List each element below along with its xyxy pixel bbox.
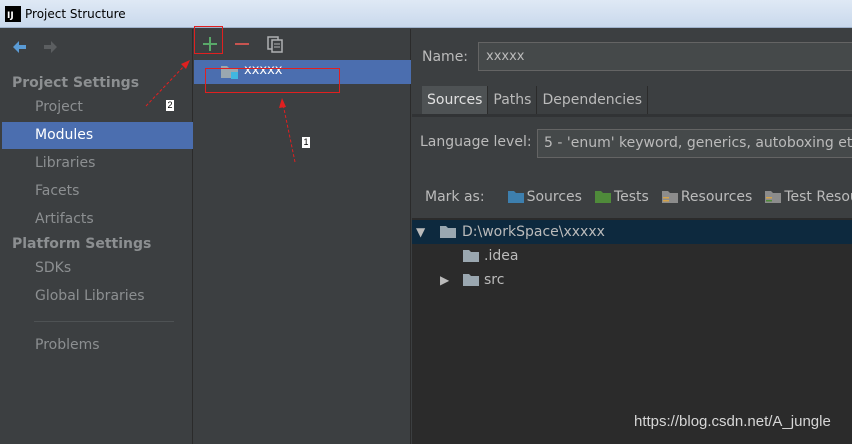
- mark-as-toolbar: Mark as: Sources Tests Resources Test Re…: [425, 189, 852, 205]
- settings-sidebar: Project Settings Project Modules Librari…: [0, 29, 193, 444]
- platform-settings-header: Platform Settings: [12, 236, 152, 252]
- copy-icon: [267, 36, 283, 53]
- project-settings-header: Project Settings: [12, 75, 140, 91]
- sidebar-item-facets[interactable]: Facets: [2, 178, 193, 205]
- tree-row-content-root[interactable]: ▼ D:\workSpace\xxxxx: [412, 220, 852, 244]
- sidebar-item-project[interactable]: Project: [2, 94, 193, 121]
- sidebar-item-libraries[interactable]: Libraries: [2, 150, 193, 177]
- mark-as-test-resources-button[interactable]: Test Resou: [764, 189, 852, 205]
- navigation-arrows: [10, 38, 60, 56]
- mark-as-label: Mark as:: [425, 189, 485, 205]
- resources-folder-icon: [661, 191, 678, 203]
- folder-label: .idea: [484, 248, 519, 264]
- remove-module-button[interactable]: [231, 33, 253, 55]
- tree-row-src[interactable]: ▶ src: [412, 268, 852, 292]
- folder-icon: [463, 250, 479, 262]
- plus-icon: [203, 37, 217, 51]
- tree-row-idea[interactable]: .idea: [412, 244, 852, 268]
- modules-list-panel: xxxxx: [194, 29, 411, 444]
- tab-paths[interactable]: Paths: [488, 86, 538, 114]
- expand-triangle-icon[interactable]: ▶: [440, 268, 449, 292]
- module-detail-panel: Name: Sources Paths Dependencies Languag…: [412, 29, 852, 444]
- mark-as-tests-button[interactable]: Tests: [594, 189, 649, 205]
- module-list-item[interactable]: xxxxx: [194, 60, 411, 84]
- annotation-label-1: 1: [302, 137, 310, 148]
- folder-icon: [440, 226, 456, 238]
- intellij-app-icon: IJ: [5, 5, 21, 22]
- sidebar-item-global-libraries[interactable]: Global Libraries: [2, 283, 193, 310]
- watermark-text: https://blog.csdn.net/A_jungle: [634, 413, 831, 430]
- window-title: Project Structure: [25, 6, 126, 21]
- forward-arrow-icon[interactable]: [42, 38, 60, 56]
- module-folder-icon: [221, 66, 238, 79]
- detail-tabs: Sources Paths Dependencies: [422, 86, 649, 114]
- back-arrow-icon[interactable]: [10, 38, 28, 56]
- project-structure-window: IJ Project Structure Project Settings Pr…: [0, 0, 852, 444]
- annotation-label-2: 2: [166, 100, 174, 111]
- sidebar-item-modules[interactable]: Modules: [2, 122, 193, 149]
- minus-icon: [235, 43, 249, 45]
- folder-label: src: [484, 272, 505, 288]
- name-label: Name:: [422, 49, 469, 65]
- tabs-divider: [412, 114, 852, 117]
- language-level-label: Language level:: [420, 134, 532, 150]
- add-module-button[interactable]: [199, 33, 221, 55]
- language-level-select[interactable]: 5 - 'enum' keyword, generics, autoboxing…: [537, 129, 852, 158]
- test-resources-folder-icon: [765, 191, 782, 203]
- module-name-label: xxxxx: [244, 63, 283, 78]
- sidebar-item-problems[interactable]: Problems: [2, 332, 193, 359]
- tab-dependencies[interactable]: Dependencies: [537, 86, 649, 114]
- mark-as-resources-button[interactable]: Resources: [661, 189, 752, 205]
- collapse-triangle-icon[interactable]: ▼: [416, 220, 425, 244]
- mark-as-sources-button[interactable]: Sources: [507, 189, 582, 205]
- sidebar-item-sdks[interactable]: SDKs: [2, 255, 193, 282]
- tab-sources[interactable]: Sources: [422, 86, 489, 114]
- folder-icon: [463, 274, 479, 286]
- sidebar-divider: [34, 321, 174, 322]
- content-root-label: D:\workSpace\xxxxx: [462, 224, 605, 240]
- sources-folder-icon: [507, 191, 524, 203]
- tests-folder-icon: [594, 191, 611, 203]
- title-bar: IJ Project Structure: [0, 0, 852, 28]
- sidebar-item-artifacts[interactable]: Artifacts: [2, 206, 193, 233]
- content-root-tree: ▼ D:\workSpace\xxxxx .idea ▶ src: [412, 218, 852, 444]
- copy-module-button[interactable]: [264, 33, 286, 55]
- module-name-input[interactable]: [478, 42, 852, 71]
